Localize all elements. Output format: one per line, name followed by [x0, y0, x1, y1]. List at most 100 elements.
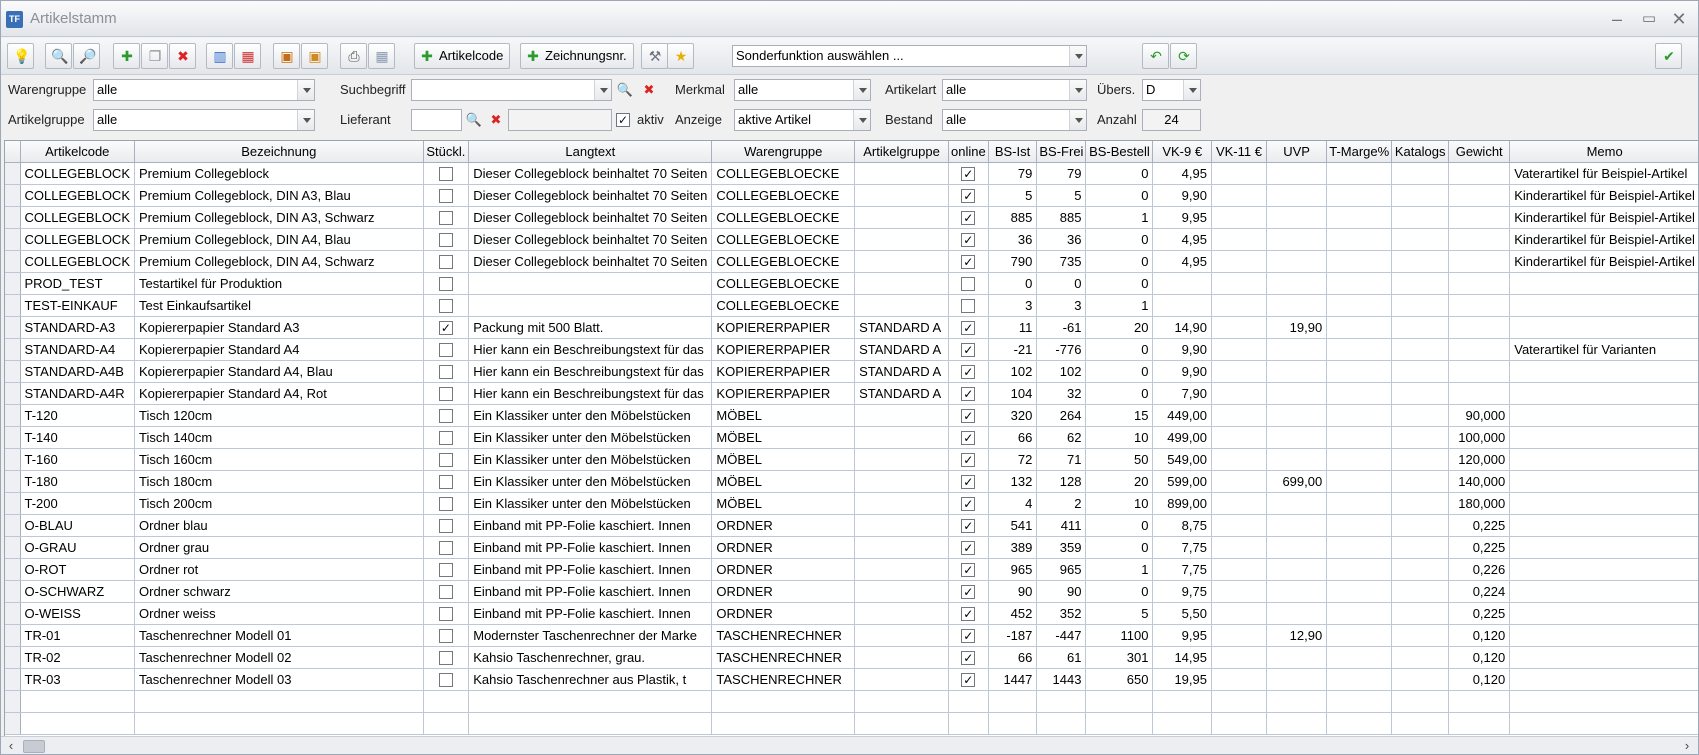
table-cell[interactable]: [1211, 602, 1267, 625]
table-cell[interactable]: KOPIERERPAPIER: [711, 382, 856, 405]
table-cell[interactable]: TR-03: [20, 668, 135, 691]
row-selector[interactable]: [5, 580, 21, 603]
row-selector[interactable]: [5, 624, 21, 647]
table-cell[interactable]: 90: [1036, 580, 1087, 603]
artikelcode-button[interactable]: ✚ Artikelcode: [414, 43, 511, 69]
table-row[interactable]: COLLEGEBLOCK Premium Collegeblock, DIN A4…: [5, 228, 1698, 251]
row-selector[interactable]: [5, 162, 21, 185]
table-cell[interactable]: [1448, 162, 1511, 185]
table-cell[interactable]: [1391, 316, 1450, 339]
zeichnungsnr-button[interactable]: ✚ Zeichnungsnr.: [520, 43, 634, 69]
table-cell[interactable]: [1391, 404, 1450, 427]
table-cell[interactable]: Premium Collegeblock, DIN A4, Schwarz: [134, 250, 424, 273]
table-cell[interactable]: 20: [1085, 470, 1154, 493]
table-cell[interactable]: [1509, 360, 1698, 383]
table-cell[interactable]: [854, 558, 949, 581]
table-cell[interactable]: 1: [1085, 294, 1154, 317]
table-cell[interactable]: 0,120: [1448, 624, 1511, 647]
minimize-button[interactable]: –: [1606, 8, 1628, 30]
table-cell[interactable]: [1211, 184, 1267, 207]
table-cell[interactable]: 4,95: [1152, 228, 1212, 251]
table-cell[interactable]: [854, 514, 949, 537]
table-cell[interactable]: 132: [988, 470, 1038, 493]
table-cell[interactable]: [1211, 558, 1267, 581]
table-cell[interactable]: [1391, 580, 1450, 603]
table-cell[interactable]: Ein Klassiker unter den Möbelstücken: [468, 426, 713, 449]
table-cell[interactable]: [1211, 426, 1267, 449]
column-header[interactable]: BS-Bestell: [1085, 141, 1154, 163]
table-cell[interactable]: [1326, 426, 1393, 449]
table-cell[interactable]: 5: [1085, 602, 1154, 625]
unchecked-checkbox[interactable]: [438, 628, 453, 643]
table-cell[interactable]: [1448, 338, 1511, 361]
table-cell[interactable]: COLLEGEBLOECKE: [711, 294, 856, 317]
table-cell[interactable]: 19,95: [1152, 668, 1212, 691]
confirm-button[interactable]: ✔: [1655, 43, 1682, 69]
table-cell[interactable]: 359: [1036, 536, 1087, 559]
table-cell[interactable]: O-GRAU: [20, 536, 135, 559]
table-cell[interactable]: 1100: [1085, 624, 1154, 647]
table-cell[interactable]: [1211, 580, 1267, 603]
table-cell[interactable]: TASCHENRECHNER: [711, 624, 856, 647]
table-cell[interactable]: COLLEGEBLOCK: [20, 250, 135, 273]
table-cell[interactable]: COLLEGEBLOECKE: [711, 228, 856, 251]
table-cell[interactable]: KOPIERERPAPIER: [711, 338, 856, 361]
table-cell[interactable]: 0: [1085, 250, 1154, 273]
table-cell[interactable]: 389: [988, 536, 1038, 559]
table-cell[interactable]: [1326, 316, 1393, 339]
table-row[interactable]: STANDARD-A4R Kopiererpapier Standard A4, …: [5, 382, 1698, 405]
unchecked-checkbox[interactable]: [438, 408, 453, 423]
table-cell[interactable]: 2: [1036, 492, 1087, 515]
table-cell[interactable]: -187: [988, 624, 1038, 647]
table-cell[interactable]: 0,226: [1448, 558, 1511, 581]
table-cell[interactable]: [1391, 470, 1450, 493]
table-cell[interactable]: [1266, 668, 1328, 691]
unchecked-checkbox[interactable]: [438, 298, 453, 313]
table-cell[interactable]: 9,90: [1152, 184, 1212, 207]
table-cell[interactable]: 599,00: [1152, 470, 1212, 493]
statistics-button[interactable]: ▥: [206, 43, 233, 69]
table-cell[interactable]: [1509, 470, 1698, 493]
checked-checkbox[interactable]: ✓: [961, 540, 976, 555]
table-cell[interactable]: 104: [988, 382, 1038, 405]
table-cell[interactable]: Packung mit 500 Blatt.: [468, 316, 713, 339]
table-cell[interactable]: [1326, 338, 1393, 361]
table-cell[interactable]: Taschenrechner Modell 03: [134, 668, 424, 691]
row-selector[interactable]: [5, 492, 21, 515]
table-cell[interactable]: 411: [1036, 514, 1087, 537]
table-cell[interactable]: 499,00: [1152, 426, 1212, 449]
table-cell[interactable]: 0,120: [1448, 646, 1511, 669]
row-selector[interactable]: [5, 558, 21, 581]
table-cell[interactable]: [1326, 646, 1393, 669]
table-cell[interactable]: Kinderartikel für Beispiel-Artikel: [1509, 250, 1698, 273]
table-cell[interactable]: COLLEGEBLOECKE: [711, 272, 856, 295]
unchecked-checkbox[interactable]: [438, 364, 453, 379]
unchecked-checkbox[interactable]: [961, 276, 976, 291]
table-cell[interactable]: [854, 404, 949, 427]
table-cell[interactable]: 5: [1036, 184, 1087, 207]
table-cell[interactable]: [1211, 448, 1267, 471]
unchecked-checkbox[interactable]: [961, 298, 976, 313]
checked-checkbox[interactable]: ✓: [961, 628, 976, 643]
row-selector[interactable]: [5, 272, 21, 295]
table-cell[interactable]: 14,90: [1152, 316, 1212, 339]
cell-checkbox[interactable]: [948, 294, 989, 317]
cell-checkbox[interactable]: ✓: [948, 580, 989, 603]
maximize-button[interactable]: ▭: [1638, 8, 1660, 30]
table-cell[interactable]: [1211, 514, 1267, 537]
table-cell[interactable]: 120,000: [1448, 448, 1511, 471]
cell-checkbox[interactable]: [423, 294, 470, 317]
checked-checkbox[interactable]: ✓: [961, 452, 976, 467]
table-cell[interactable]: STANDARD A: [854, 382, 949, 405]
table-cell[interactable]: TASCHENRECHNER: [711, 668, 856, 691]
table-cell[interactable]: [854, 228, 949, 251]
table-cell[interactable]: [1152, 294, 1212, 317]
cell-checkbox[interactable]: ✓: [948, 602, 989, 625]
table-cell[interactable]: [1211, 206, 1267, 229]
tools-button[interactable]: ⚒: [641, 43, 668, 69]
table-cell[interactable]: Premium Collegeblock: [134, 162, 424, 185]
unchecked-checkbox[interactable]: [438, 474, 453, 489]
table-cell[interactable]: [854, 602, 949, 625]
table-cell[interactable]: MÖBEL: [711, 470, 856, 493]
table-cell[interactable]: [854, 646, 949, 669]
